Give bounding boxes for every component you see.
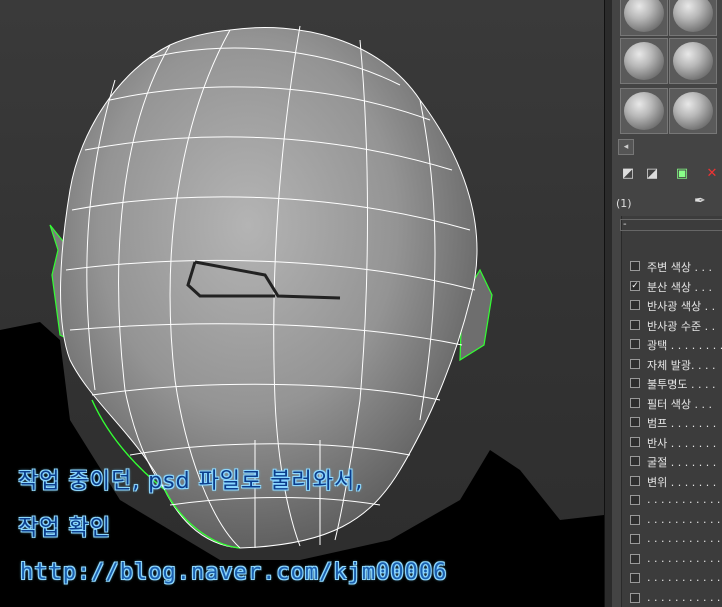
map-row[interactable]: 범프 . . . . . . . [630,414,722,432]
blog-url-watermark: http://blog.naver.com/kjm00006 [20,560,448,585]
map-row[interactable]: . . . . . . . . . . . [630,590,722,607]
map-checkbox[interactable] [630,261,640,271]
map-checkbox[interactable] [630,534,640,544]
map-label: . . . . . . . . . . . [647,590,721,604]
map-checkbox[interactable] [630,456,640,466]
map-row[interactable]: 필터 색상 . . . [630,395,722,413]
map-checkbox[interactable] [630,300,640,310]
map-label: . . . . . . . . . . . [647,571,721,584]
map-label: . . . . . . . . . . . [647,551,721,565]
map-checkbox[interactable]: ✓ [630,280,640,291]
map-label: 필터 색상 . . . [647,397,712,411]
map-row[interactable]: 굴절 . . . . . . . [630,453,722,471]
material-slot[interactable] [669,0,717,36]
material-sphere-preview [673,42,713,80]
map-row[interactable]: 주변 색상 . . . [630,258,722,276]
material-sphere-preview [624,92,664,130]
maps-rollout-header[interactable]: - [620,219,722,231]
map-label: 광택 . . . . . . . . [647,339,722,352]
map-checkbox[interactable] [630,339,640,349]
material-slot[interactable] [620,88,668,134]
map-row[interactable]: 광택 . . . . . . . . [630,336,722,354]
slot-scroll-left-button[interactable]: ◂ [618,139,634,155]
material-slot[interactable] [669,38,717,84]
map-row[interactable]: . . . . . . . . . . . [630,492,722,510]
map-checkbox[interactable] [630,475,640,486]
map-checkbox[interactable] [630,397,640,408]
assign-material-icon[interactable]: ◩ [618,164,638,184]
map-checkbox[interactable] [630,553,640,564]
map-label: . . . . . . . . . . . [647,512,721,526]
map-label: 범프 . . . . . . . [647,417,717,430]
eyedropper-icon[interactable]: ✒ [694,193,706,209]
material-sphere-preview [624,42,664,80]
map-row[interactable]: 반사광 색상 . . [630,297,722,315]
map-label: 반사광 색상 . . [647,300,716,313]
map-checkbox[interactable] [630,358,640,369]
map-checkbox[interactable] [630,514,640,525]
3d-viewport[interactable]: 작업 중이던, psd 파일로 불러와서, 작업 확인 http://blog.… [0,0,604,607]
map-label: 불투명도 . . . . [647,378,716,391]
map-label: 반사 . . . . . . . [647,436,717,450]
map-row[interactable]: ✓ 분산 색상 . . . [630,278,722,296]
map-label: 굴절 . . . . . . . [647,456,717,469]
map-checkbox[interactable] [630,319,640,330]
map-label: 주변 색상 . . . [647,261,712,274]
map-row[interactable]: . . . . . . . . . . . [630,570,722,588]
map-row[interactable]: . . . . . . . . . . . [630,512,722,530]
material-sphere-preview [673,92,713,130]
map-checkbox[interactable] [630,436,640,447]
map-label: . . . . . . . . . . . [647,532,721,545]
delete-icon[interactable]: ✕ [702,164,722,184]
map-row[interactable]: . . . . . . . . . . . [630,531,722,549]
map-checkbox[interactable] [630,495,640,505]
map-row[interactable]: 반사 . . . . . . . [630,434,722,452]
caption-line-2: 작업 확인 [18,516,111,541]
map-row[interactable]: . . . . . . . . . . . [630,551,722,569]
map-checkbox[interactable] [630,417,640,427]
map-row[interactable]: 불투명도 . . . . [630,375,722,393]
map-checkbox[interactable] [630,592,640,603]
material-slot[interactable] [620,0,668,36]
map-label: . . . . . . . . . . . [647,493,721,506]
reset-map-icon[interactable]: ▣ [672,164,692,184]
map-row[interactable]: 변위 . . . . . . . [630,473,722,491]
map-checkbox[interactable] [630,378,640,388]
map-label: 분산 색상 . . . [647,280,712,294]
map-checkbox[interactable] [630,573,640,583]
map-label: 반사광 수준 . . [647,319,716,333]
material-toolbar: ◩ ◪ ▣ ✕ [616,164,722,186]
map-label: 변위 . . . . . . . [647,475,717,489]
map-row[interactable]: 자체 발광. . . . [630,356,722,374]
material-editor-panel: ◂ ◩ ◪ ▣ ✕ (1) ✒ - 주변 색상 . . . ✓ 분산 색상 . . … [612,0,722,607]
material-sphere-preview [673,0,713,32]
caption-line-1: 작업 중이던, psd 파일로 불러와서, [18,469,364,494]
map-label: 자체 발광. . . . [647,358,716,372]
material-slot-name: (1) [616,197,632,210]
map-row[interactable]: 반사광 수준 . . [630,317,722,335]
put-to-library-icon[interactable]: ◪ [642,164,662,184]
material-slot[interactable] [669,88,717,134]
material-slot[interactable] [620,38,668,84]
material-sphere-preview [624,0,664,32]
